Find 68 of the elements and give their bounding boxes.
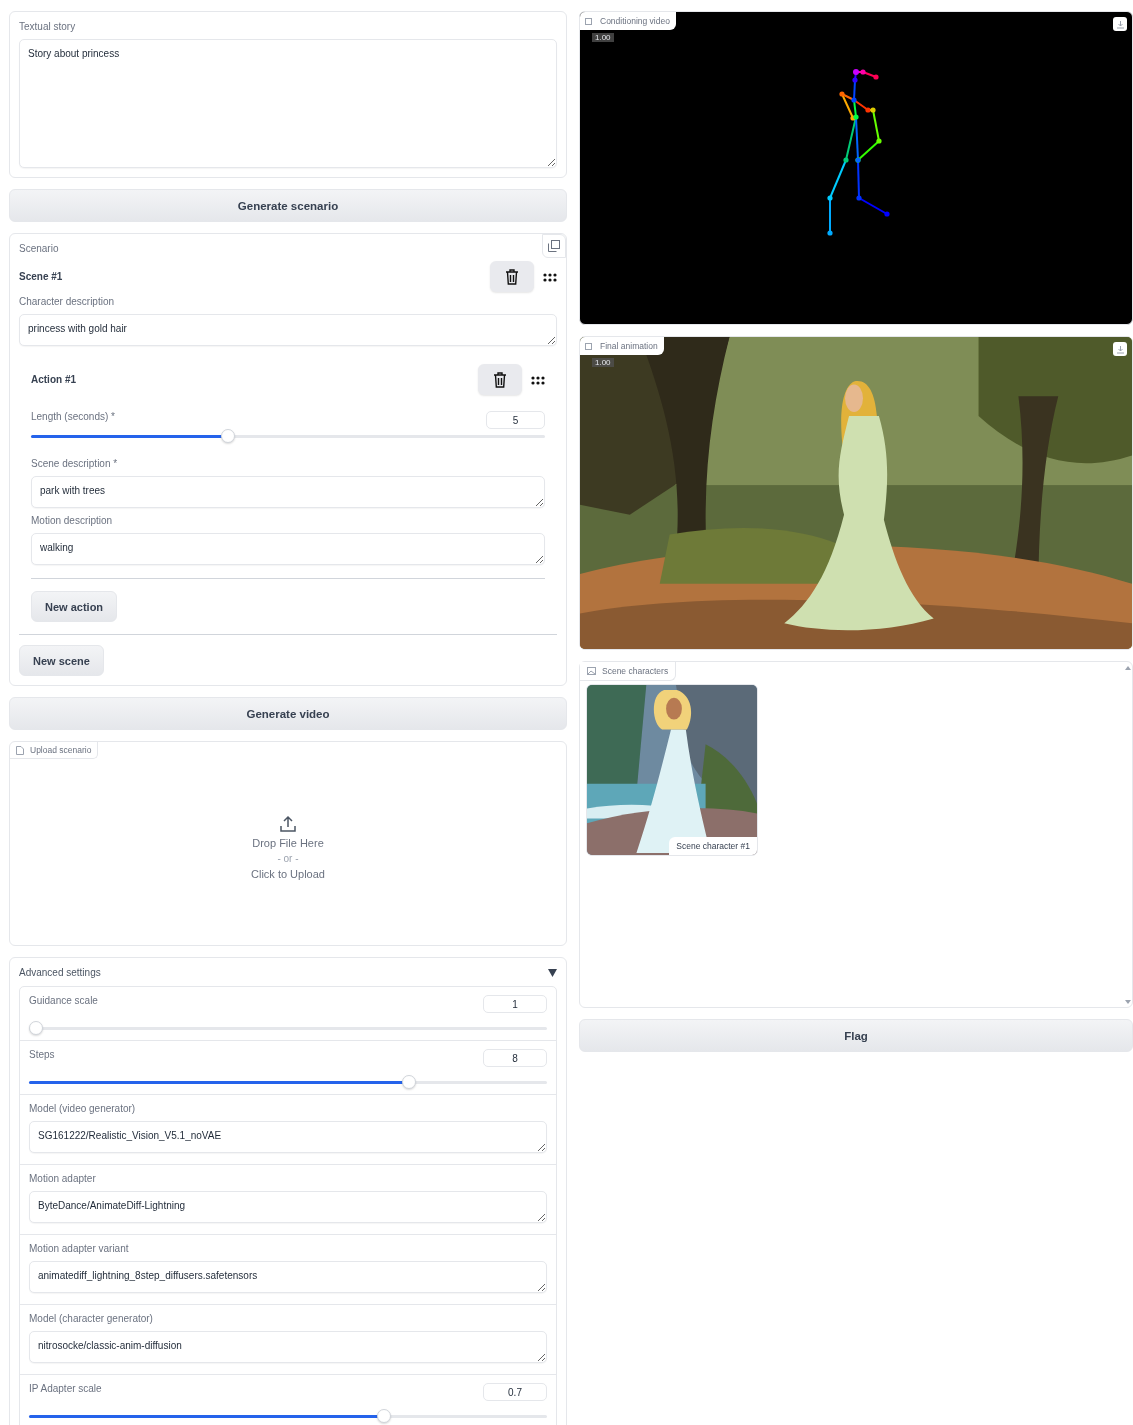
number-field[interactable]: 1: [483, 995, 547, 1013]
slider-thumb[interactable]: [221, 429, 235, 443]
text-field[interactable]: ByteDance/AnimateDiff-Lightning: [29, 1191, 547, 1223]
number-field[interactable]: 8: [483, 1049, 547, 1067]
motion-description-field[interactable]: walking: [31, 533, 545, 565]
section-label: Scenario: [19, 243, 60, 254]
gallery-thumbnail[interactable]: Scene character #1: [586, 684, 758, 856]
copy-icon[interactable]: [542, 234, 566, 258]
trash-icon: [493, 371, 507, 388]
field-label: Motion adapter: [29, 1173, 97, 1184]
scene-title: Scene #1: [19, 271, 63, 282]
section-label: Advanced settings: [19, 967, 101, 978]
field-label: Scene description *: [31, 458, 119, 469]
setting-slider[interactable]: [29, 1075, 547, 1090]
setting-slider[interactable]: [29, 1021, 547, 1036]
delete-button[interactable]: [490, 261, 534, 292]
slider-thumb[interactable]: [29, 1021, 43, 1035]
slider-thumb[interactable]: [376, 1409, 391, 1423]
collapse-triangle-icon[interactable]: [548, 968, 557, 977]
file-icon: [16, 745, 24, 755]
click-to-upload-text: Click to Upload: [251, 867, 325, 880]
field-label: Model (character generator): [29, 1313, 154, 1324]
new-scene-button[interactable]: New scene: [19, 645, 104, 676]
upload-label-text: Upload scenario: [30, 745, 92, 755]
or-text: - or -: [277, 852, 299, 864]
number-field[interactable]: 0.7: [483, 1383, 547, 1401]
field-label: Character description: [19, 296, 116, 307]
number-field[interactable]: 5: [486, 411, 545, 429]
text-field[interactable]: nitrosocke/classic-anim-diffusion: [29, 1331, 547, 1363]
trash-icon: [505, 268, 519, 285]
video-player[interactable]: Conditioning video 1.00: [579, 11, 1133, 325]
flag-button[interactable]: Flag: [579, 1019, 1133, 1052]
field-label: Textual story: [19, 21, 77, 32]
slider-label: IP Adapter scale: [29, 1383, 102, 1394]
thumbnail-caption: Scene character #1: [669, 837, 757, 855]
new-action-button[interactable]: New action: [31, 591, 118, 622]
text-field[interactable]: animatediff_lightning_8step_diffusers.safetensors: [29, 1261, 547, 1293]
slider-label: Guidance scale: [29, 995, 98, 1006]
delete-button[interactable]: [478, 364, 522, 395]
character-description-field[interactable]: princess with gold hair: [19, 314, 557, 346]
text-field[interactable]: SG161222/Realistic_Vision_V5.1_noVAE: [29, 1121, 547, 1153]
video-icon: [585, 342, 594, 350]
media-label-text: Conditioning video: [600, 16, 670, 26]
file-drop-zone[interactable]: Drop File Here - or - Click to Upload: [10, 759, 566, 945]
scene-description-field[interactable]: park with trees: [31, 476, 545, 508]
slider-thumb[interactable]: [401, 1075, 416, 1089]
length-slider[interactable]: [31, 429, 545, 444]
setting-slider[interactable]: [29, 1409, 547, 1424]
generate-scenario-button[interactable]: Generate scenario: [9, 189, 567, 222]
drop-text: Drop File Here: [252, 836, 324, 849]
field-label: Model (video generator): [29, 1103, 137, 1114]
action-title: Action #1: [31, 374, 76, 385]
field-label: Motion adapter variant: [29, 1243, 130, 1254]
slider-label: Length (seconds) *: [31, 411, 115, 422]
media-label-text: Final animation: [600, 341, 658, 351]
progress-badge: 1.00: [592, 358, 614, 367]
story-field[interactable]: Story about princess: [19, 39, 557, 168]
video-icon: [585, 17, 594, 25]
advanced-settings-header[interactable]: Advanced settings: [19, 967, 557, 978]
slider-label: Steps: [29, 1049, 55, 1060]
field-label: Motion description: [31, 515, 114, 526]
image-icon: [587, 667, 596, 675]
upload-icon: [279, 814, 297, 833]
generate-video-button[interactable]: Generate video: [9, 697, 567, 730]
progress-badge: 1.00: [592, 33, 614, 42]
gallery-label-text: Scene characters: [602, 666, 669, 676]
download-icon[interactable]: [1113, 17, 1127, 31]
download-icon[interactable]: [1113, 342, 1127, 356]
